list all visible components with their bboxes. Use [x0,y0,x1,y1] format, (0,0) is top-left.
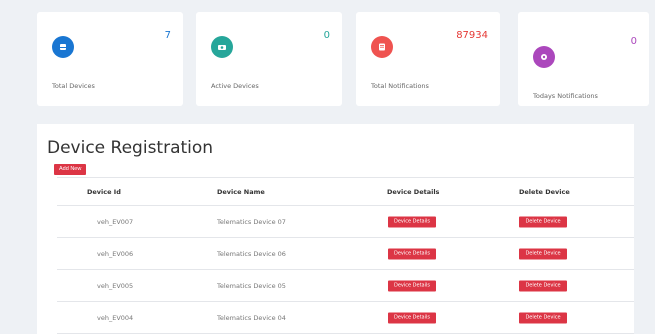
delete-device-button[interactable]: Delete Device [519,312,567,323]
device-name-cell: Telematics Device 06 [217,249,286,258]
stat-value: 7 [164,30,171,41]
today-notification-icon [533,46,555,68]
active-device-icon [211,36,233,58]
device-details-button[interactable]: Device Details [388,312,436,323]
column-header-device-id: Device Id [87,187,121,196]
device-id-cell: veh_EV005 [97,281,134,290]
device-name-cell: Telematics Device 07 [217,217,286,226]
column-header-delete-device: Delete Device [519,187,570,196]
column-header-device-details: Device Details [387,187,440,196]
device-details-button[interactable]: Device Details [388,280,436,291]
stat-value: 87934 [456,30,488,41]
table-row: veh_EV007 Telematics Device 07 Device De… [57,206,634,238]
stat-label: Active Devices [211,82,259,90]
device-id-cell: veh_EV006 [97,249,134,258]
column-header-device-name: Device Name [217,187,265,196]
stat-card-active-devices: 0 Active Devices [196,12,342,106]
add-device-button[interactable]: Add New [54,164,87,175]
device-details-button[interactable]: Device Details [388,216,436,227]
notification-icon [371,36,393,58]
table-header-row: Device Id Device Name Device Details Del… [57,177,634,206]
stat-card-todays-notifications: 0 Todays Notifications [518,12,649,106]
device-id-cell: veh_EV007 [97,217,134,226]
device-id-cell: veh_EV004 [97,313,134,322]
stat-value: 0 [630,36,637,47]
table-row: veh_EV006 Telematics Device 06 Device De… [57,238,634,270]
stat-label: Todays Notifications [533,92,598,100]
device-registration-panel: Device Registration Add New Device Id De… [37,124,634,334]
delete-device-button[interactable]: Delete Device [519,248,567,259]
device-table: Device Id Device Name Device Details Del… [57,177,634,334]
stat-label: Total Notifications [371,82,429,90]
delete-device-button[interactable]: Delete Device [519,216,567,227]
table-row: veh_EV005 Telematics Device 05 Device De… [57,270,634,302]
stat-card-total-devices: 7 Total Devices [37,12,183,106]
table-row: veh_EV004 Telematics Device 04 Device De… [57,302,634,334]
stat-label: Total Devices [52,82,95,90]
stat-value: 0 [323,30,330,41]
page-title: Device Registration [47,138,214,158]
device-name-cell: Telematics Device 05 [217,281,286,290]
stat-card-total-notifications: 87934 Total Notifications [356,12,500,106]
device-details-button[interactable]: Device Details [388,248,436,259]
delete-device-button[interactable]: Delete Device [519,280,567,291]
device-name-cell: Telematics Device 04 [217,313,286,322]
device-icon [52,36,74,58]
